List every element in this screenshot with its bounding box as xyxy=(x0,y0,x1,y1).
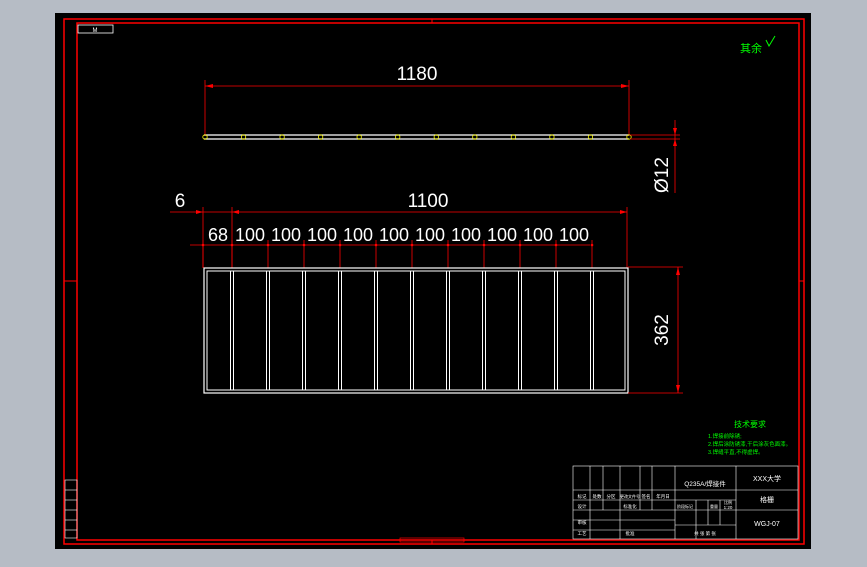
tb-label-zone: 分区 xyxy=(607,493,616,500)
title-tag: M xyxy=(93,28,98,34)
chain-dot xyxy=(590,243,594,247)
pitch-label: 100 xyxy=(451,225,481,245)
tech-line-2: 2.焊后涂防锈漆,干后涂灰色面漆。 xyxy=(708,440,791,448)
pitch-label: 100 xyxy=(379,225,409,245)
drawing-background xyxy=(55,13,811,549)
chain-dot xyxy=(554,243,558,247)
pitch-label: 100 xyxy=(523,225,553,245)
cad-viewport: M 其余 1180 Ø12 6 1100 68 100 100 100 100 … xyxy=(0,0,867,562)
pitch-label: 100 xyxy=(559,225,589,245)
chain-dot xyxy=(518,243,522,247)
tb-label-stage: 阶段标记 xyxy=(677,503,693,509)
tb-label-sheets: 共 张 第 张 xyxy=(694,530,716,537)
chain-dot xyxy=(302,243,306,247)
dim-1100-label: 1100 xyxy=(408,191,449,212)
chain-dot xyxy=(374,243,378,247)
tb-label-change: 更改文件号 xyxy=(620,493,640,499)
tb-label-review: 审核 xyxy=(578,519,587,526)
dim-dia-label: Ø12 xyxy=(652,157,673,193)
chain-dot xyxy=(446,243,450,247)
pitch-label: 100 xyxy=(487,225,517,245)
tb-label-count: 处数 xyxy=(593,493,602,500)
pitch-label: 100 xyxy=(271,225,301,245)
tb-label-mark: 标记 xyxy=(578,493,587,500)
chain-dot xyxy=(230,243,234,247)
tb-label-approve: 批准 xyxy=(626,530,635,537)
watermark-text: 其余 xyxy=(740,41,762,55)
dim-68-label: 68 xyxy=(208,225,228,245)
chain-dot xyxy=(482,243,486,247)
drawing-no-label: WGJ-07 xyxy=(754,521,780,528)
part-name-label: 格栅 xyxy=(760,495,774,504)
pitch-label: 100 xyxy=(235,225,265,245)
pitch-label: 100 xyxy=(307,225,337,245)
drawing-canvas: M 其余 1180 Ø12 6 1100 68 100 100 100 100 … xyxy=(55,13,811,549)
tech-line-1: 1.焊接前除锈; xyxy=(708,432,742,440)
tech-line-3: 3.焊缝平直,不得虚焊。 xyxy=(708,448,764,456)
tb-label-process: 工艺 xyxy=(578,531,587,536)
tb-label-design: 设计 xyxy=(578,503,587,510)
chain-dot xyxy=(266,243,270,247)
dim-362-label: 362 xyxy=(652,314,673,346)
scale-label: 1:20 xyxy=(724,505,733,510)
tb-label-weight: 重量 xyxy=(710,503,718,509)
chain-dot xyxy=(338,243,342,247)
chain-dot xyxy=(410,243,414,247)
dim-6-label: 6 xyxy=(175,191,186,212)
school-label: XXX大学 xyxy=(753,474,781,483)
chain-dot xyxy=(201,243,205,247)
pitch-label: 100 xyxy=(415,225,445,245)
tb-label-sign: 签名 xyxy=(642,493,651,500)
tb-label-ratio: 比例 xyxy=(724,499,732,505)
material-label: Q235A/焊接件 xyxy=(684,479,726,488)
tb-label-date: 年月日 xyxy=(656,493,670,500)
tech-heading: 技术要求 xyxy=(734,419,766,429)
tb-label-standard: 标准化 xyxy=(623,503,637,510)
dim-1180-label: 1180 xyxy=(397,64,438,85)
pitch-label: 100 xyxy=(343,225,373,245)
